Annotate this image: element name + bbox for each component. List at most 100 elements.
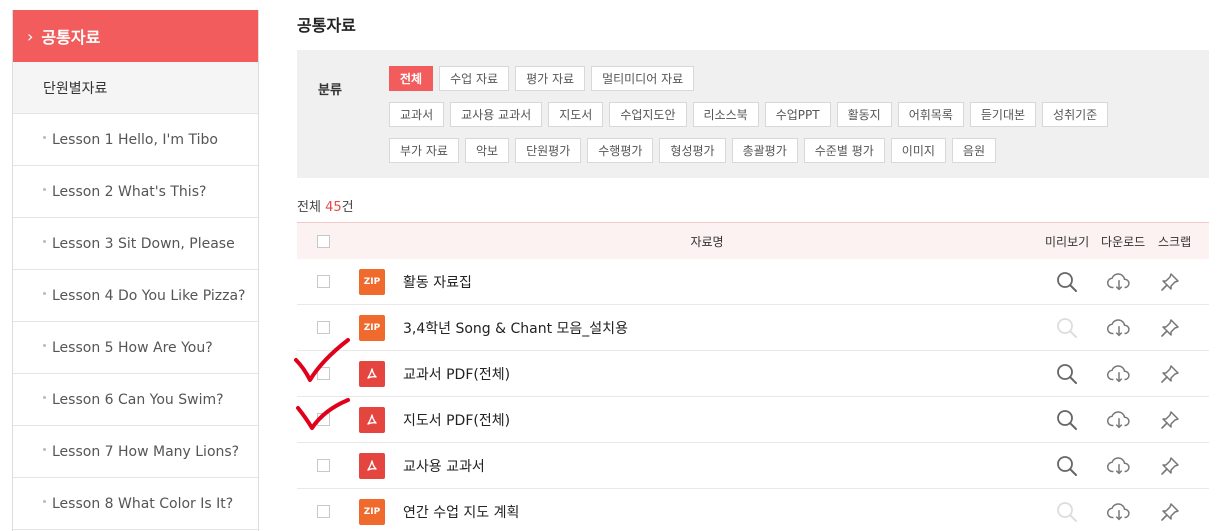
scrap-pin-icon[interactable] xyxy=(1158,408,1182,432)
sidebar-item-label: Lesson 1 Hello, I'm Tibo xyxy=(52,131,218,148)
filter-chip[interactable]: 교과서 xyxy=(389,102,445,127)
zip-file-icon: ZIP xyxy=(359,498,385,525)
bullet-icon xyxy=(43,448,46,451)
table-row: ZIP 활동 자료집 xyxy=(297,259,1209,305)
col-download-header: 다운로드 xyxy=(1101,234,1146,249)
sidebar-item-label: 단원별자료 xyxy=(43,80,108,97)
preview-search-icon[interactable] xyxy=(1055,454,1079,478)
col-name-header: 자료명 xyxy=(690,234,724,249)
filter-chip[interactable]: 수준별 평가 xyxy=(803,138,885,163)
row-checkbox[interactable] xyxy=(317,505,330,518)
filter-chip[interactable]: 형성평가 xyxy=(659,138,726,163)
download-cloud-icon[interactable] xyxy=(1107,316,1131,340)
sidebar-item-lesson-8[interactable]: Lesson 8 What Color Is It? xyxy=(13,478,258,530)
sidebar-item-lesson-2[interactable]: Lesson 2 What's This? xyxy=(13,166,258,218)
filter-chip[interactable]: 수업PPT xyxy=(764,102,831,127)
scrap-pin-icon[interactable] xyxy=(1158,454,1182,478)
sidebar-item-label: Lesson 3 Sit Down, Please xyxy=(52,235,235,252)
filter-chip[interactable]: 듣기대본 xyxy=(969,102,1037,127)
sidebar-item-label: Lesson 2 What's This? xyxy=(52,183,207,200)
pdf-file-icon xyxy=(359,360,385,387)
filter-chip[interactable]: 평가 자료 xyxy=(515,66,586,91)
chevron-right-icon: › xyxy=(27,26,34,46)
filter-row-extra: 부가 자료 악보 단원평가 수행평가 형성평가 총괄평가 수준별 평가 이미지 음원 xyxy=(389,138,996,163)
filter-chip[interactable]: 전체 xyxy=(389,66,434,91)
sidebar-item-label: Lesson 5 How Are You? xyxy=(52,339,213,356)
bullet-icon xyxy=(43,240,46,243)
table-row: ZIP 3,4학년 Song & Chant 모음_설치용 xyxy=(297,305,1209,351)
filter-chip[interactable]: 교사용 교과서 xyxy=(450,102,543,127)
file-type-label: ZIP xyxy=(363,506,381,517)
download-cloud-icon[interactable] xyxy=(1107,408,1131,432)
scrap-pin-icon[interactable] xyxy=(1158,362,1182,386)
filter-chip[interactable]: 성취기준 xyxy=(1042,102,1109,127)
filter-chip[interactable]: 총괄평가 xyxy=(731,138,798,163)
table-header: 자료명 미리보기 다운로드 스크랩 xyxy=(297,222,1209,259)
download-cloud-icon[interactable] xyxy=(1107,454,1131,478)
filter-chip[interactable]: 이미지 xyxy=(890,138,946,163)
file-name[interactable]: 지도서 PDF(전체) xyxy=(403,410,510,430)
table-row: 교과서 PDF(전체) xyxy=(297,351,1209,397)
file-name[interactable]: 3,4학년 Song & Chant 모음_설치용 xyxy=(403,318,628,338)
filter-chip[interactable]: 수업 자료 xyxy=(439,66,510,91)
bullet-icon xyxy=(43,500,46,503)
filter-row-type: 교과서 교사용 교과서 지도서 수업지도안 리소스북 수업PPT 활동지 어휘목록 듣기대본 성취… xyxy=(389,102,1109,127)
download-cloud-icon[interactable] xyxy=(1107,270,1131,294)
table-row: ZIP 연간 수업 지도 계획 xyxy=(297,489,1209,531)
sidebar-item-lesson-6[interactable]: Lesson 6 Can You Swim? xyxy=(13,374,258,426)
sidebar-item-lesson-1[interactable]: Lesson 1 Hello, I'm Tibo xyxy=(13,114,258,166)
pdf-file-icon xyxy=(359,406,385,433)
filter-chip[interactable]: 어휘목록 xyxy=(897,102,964,127)
file-name[interactable]: 교과서 PDF(전체) xyxy=(403,364,510,384)
download-cloud-icon[interactable] xyxy=(1107,362,1131,386)
count-prefix: 전체 xyxy=(297,200,326,215)
bullet-icon xyxy=(43,136,46,139)
red-checkmark-annotations xyxy=(294,338,350,430)
filter-chip[interactable]: 악보 xyxy=(464,138,510,163)
filter-chip[interactable]: 멀티미디어 자료 xyxy=(591,66,695,91)
filter-label: 분류 xyxy=(318,83,342,98)
filter-chip[interactable]: 단원평가 xyxy=(515,138,582,163)
scrap-pin-icon[interactable] xyxy=(1158,500,1182,524)
preview-search-icon[interactable] xyxy=(1055,408,1079,432)
sidebar-item-common[interactable]: › 공통자료 xyxy=(13,10,258,62)
row-checkbox[interactable] xyxy=(317,459,330,472)
file-name[interactable]: 연간 수업 지도 계획 xyxy=(403,502,519,522)
preview-search-icon[interactable] xyxy=(1055,362,1079,386)
sidebar-item-lesson-7[interactable]: Lesson 7 How Many Lions? xyxy=(13,426,258,478)
file-name[interactable]: 활동 자료집 xyxy=(403,272,472,292)
download-cloud-icon[interactable] xyxy=(1107,500,1131,524)
file-type-label: ZIP xyxy=(363,322,381,333)
bullet-icon xyxy=(43,344,46,347)
sidebar: › 공통자료 단원별자료 Lesson 1 Hello, I'm Tibo Le… xyxy=(12,10,259,531)
sidebar-item-label: 공통자료 xyxy=(41,28,101,47)
count-number: 45 xyxy=(325,200,342,215)
filter-chip[interactable]: 수업지도안 xyxy=(609,102,687,127)
sidebar-item-label: Lesson 4 Do You Like Pizza? xyxy=(52,287,246,304)
file-name[interactable]: 교사용 교과서 xyxy=(403,456,485,476)
filter-chip[interactable]: 활동지 xyxy=(836,102,892,127)
table-body: ZIP 활동 자료집 ZIP 3,4학년 Song & Chant 모음_설치용… xyxy=(297,259,1209,531)
row-checkbox[interactable] xyxy=(317,275,330,288)
scrap-pin-icon[interactable] xyxy=(1158,316,1182,340)
filter-chip[interactable]: 리소스북 xyxy=(692,102,759,127)
sidebar-item-by-unit[interactable]: 단원별자료 xyxy=(13,62,258,114)
red-checkmark-icon xyxy=(296,398,350,430)
sidebar-item-label: Lesson 6 Can You Swim? xyxy=(52,391,224,408)
preview-search-icon xyxy=(1055,316,1079,340)
preview-search-icon[interactable] xyxy=(1055,270,1079,294)
sidebar-item-lesson-4[interactable]: Lesson 4 Do You Like Pizza? xyxy=(13,270,258,322)
filter-chip[interactable]: 부가 자료 xyxy=(389,138,459,163)
count-suffix: 건 xyxy=(341,200,354,215)
col-preview-header: 미리보기 xyxy=(1045,234,1090,249)
file-type-label: ZIP xyxy=(363,276,381,287)
bullet-icon xyxy=(43,188,46,191)
filter-chip[interactable]: 지도서 xyxy=(548,102,604,127)
bullet-icon xyxy=(43,292,46,295)
filter-chip[interactable]: 수행평가 xyxy=(587,138,654,163)
table-row: 지도서 PDF(전체) xyxy=(297,397,1209,443)
sidebar-item-lesson-3[interactable]: Lesson 3 Sit Down, Please xyxy=(13,218,258,270)
sidebar-item-lesson-5[interactable]: Lesson 5 How Are You? xyxy=(13,322,258,374)
scrap-pin-icon[interactable] xyxy=(1158,270,1182,294)
filter-chip[interactable]: 음원 xyxy=(951,138,996,163)
